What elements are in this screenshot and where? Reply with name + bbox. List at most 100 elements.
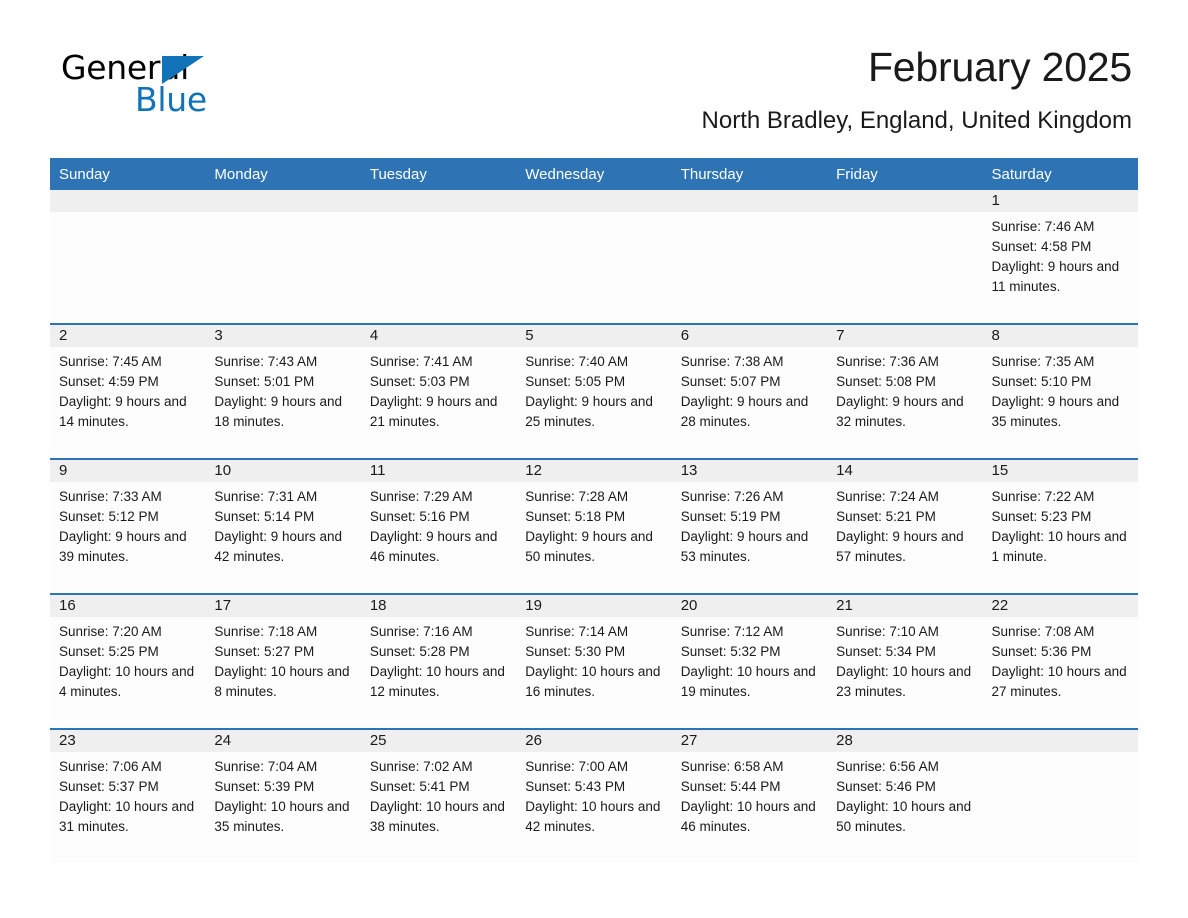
daylight-duration: Daylight: 10 hours and 38 minutes. bbox=[369, 799, 505, 834]
daylight-duration: Daylight: 10 hours and 4 minutes. bbox=[59, 664, 195, 699]
logo-text-blue: Blue bbox=[135, 80, 207, 119]
day-number bbox=[827, 190, 983, 212]
day-details: Sunrise: 6:58 AM Sunset: 5:44 PM Daylight:… bbox=[672, 752, 827, 837]
calendar-day-cell[interactable]: 11 Sunrise: 7:29 AM Sunset: 5:16 PM Dayligh… bbox=[360, 458, 517, 594]
day-number bbox=[205, 190, 361, 212]
day-cell-content: 14 Sunrise: 7:24 AM Sunset: 5:21 PM Dayligh… bbox=[827, 460, 983, 593]
calendar-day-cell-empty bbox=[516, 190, 672, 324]
weekday-header-wednesday: Wednesday bbox=[516, 158, 672, 190]
day-number: 23 bbox=[50, 730, 206, 752]
calendar-day-cell[interactable]: 10 Sunrise: 7:31 AM Sunset: 5:14 PM Dayligh… bbox=[205, 458, 361, 594]
day-cell-content: 23 Sunrise: 7:06 AM Sunset: 5:37 PM Dayligh… bbox=[50, 730, 206, 863]
sunrise-sunset-calendar: Sunday Monday Tuesday Wednesday Thursday… bbox=[50, 158, 1138, 863]
day-cell-content: 27 Sunrise: 6:58 AM Sunset: 5:44 PM Dayligh… bbox=[671, 730, 828, 863]
daylight-duration: Daylight: 9 hours and 53 minutes. bbox=[680, 529, 809, 564]
day-number: 16 bbox=[50, 595, 206, 617]
calendar-week-row: 1 Sunrise: 7:46 AM Sunset: 4:58 PM Daylight… bbox=[50, 190, 1138, 324]
day-number: 28 bbox=[827, 730, 983, 752]
sunrise-time: Sunrise: 7:36 AM bbox=[836, 354, 939, 369]
day-cell-content bbox=[516, 190, 672, 323]
day-cell-content: 8 Sunrise: 7:35 AM Sunset: 5:10 PM Daylight… bbox=[982, 325, 1138, 458]
calendar-day-cell[interactable]: 23 Sunrise: 7:06 AM Sunset: 5:37 PM Dayligh… bbox=[50, 728, 206, 863]
day-details: Sunrise: 7:40 AM Sunset: 5:05 PM Daylight:… bbox=[516, 347, 671, 432]
day-details: Sunrise: 7:10 AM Sunset: 5:34 PM Daylight:… bbox=[827, 617, 982, 702]
day-details: Sunrise: 7:20 AM Sunset: 5:25 PM Daylight:… bbox=[50, 617, 205, 702]
calendar-day-cell[interactable]: 18 Sunrise: 7:16 AM Sunset: 5:28 PM Dayligh… bbox=[360, 593, 517, 729]
day-cell-content: 20 Sunrise: 7:12 AM Sunset: 5:32 PM Dayligh… bbox=[671, 595, 828, 728]
calendar-day-cell[interactable]: 12 Sunrise: 7:28 AM Sunset: 5:18 PM Dayligh… bbox=[516, 458, 672, 594]
day-details: Sunrise: 7:06 AM Sunset: 5:37 PM Daylight:… bbox=[50, 752, 205, 837]
calendar-day-cell[interactable]: 27 Sunrise: 6:58 AM Sunset: 5:44 PM Dayligh… bbox=[671, 728, 828, 863]
calendar-day-cell[interactable]: 17 Sunrise: 7:18 AM Sunset: 5:27 PM Dayligh… bbox=[205, 593, 361, 729]
sunset-time: Sunset: 5:12 PM bbox=[59, 509, 159, 524]
calendar-day-cell[interactable]: 7 Sunrise: 7:36 AM Sunset: 5:08 PM Daylight… bbox=[827, 323, 983, 459]
daylight-duration: Daylight: 10 hours and 42 minutes. bbox=[525, 799, 661, 834]
day-cell-content: 2 Sunrise: 7:45 AM Sunset: 4:59 PM Daylight… bbox=[50, 325, 206, 458]
sunset-time: Sunset: 5:28 PM bbox=[369, 644, 470, 659]
calendar-day-cell[interactable]: 19 Sunrise: 7:14 AM Sunset: 5:30 PM Dayligh… bbox=[516, 593, 672, 729]
calendar-day-cell[interactable]: 13 Sunrise: 7:26 AM Sunset: 5:19 PM Dayligh… bbox=[671, 458, 828, 594]
calendar-day-cell[interactable]: 24 Sunrise: 7:04 AM Sunset: 5:39 PM Dayligh… bbox=[205, 728, 361, 863]
calendar-day-cell[interactable]: 28 Sunrise: 6:56 AM Sunset: 5:46 PM Dayligh… bbox=[827, 728, 983, 863]
sunset-time: Sunset: 5:14 PM bbox=[214, 509, 315, 524]
weekday-header-friday: Friday bbox=[827, 158, 983, 190]
day-number: 10 bbox=[205, 460, 361, 482]
sunrise-time: Sunrise: 7:46 AM bbox=[991, 219, 1095, 234]
day-cell-content bbox=[205, 190, 361, 323]
sunset-time: Sunset: 5:27 PM bbox=[214, 644, 315, 659]
sunrise-time: Sunrise: 7:43 AM bbox=[214, 354, 318, 369]
day-number bbox=[671, 190, 828, 212]
sunrise-time: Sunrise: 7:06 AM bbox=[59, 759, 162, 774]
calendar-week-row: 16 Sunrise: 7:20 AM Sunset: 5:25 PM Dayligh… bbox=[50, 593, 1138, 729]
calendar-day-cell[interactable]: 26 Sunrise: 7:00 AM Sunset: 5:43 PM Dayligh… bbox=[516, 728, 672, 863]
day-details: Sunrise: 7:04 AM Sunset: 5:39 PM Daylight:… bbox=[205, 752, 360, 837]
day-number bbox=[982, 730, 1138, 752]
sunset-time: Sunset: 5:43 PM bbox=[525, 779, 626, 794]
sunrise-time: Sunrise: 7:28 AM bbox=[525, 489, 629, 504]
calendar-day-cell[interactable]: 5 Sunrise: 7:40 AM Sunset: 5:05 PM Daylight… bbox=[516, 323, 672, 459]
calendar-day-cell[interactable]: 9 Sunrise: 7:33 AM Sunset: 5:12 PM Daylight… bbox=[50, 458, 206, 594]
calendar-day-cell[interactable]: 16 Sunrise: 7:20 AM Sunset: 5:25 PM Dayligh… bbox=[50, 593, 206, 729]
day-cell-content bbox=[827, 190, 983, 323]
daylight-duration: Daylight: 9 hours and 32 minutes. bbox=[836, 394, 964, 429]
calendar-day-cell[interactable]: 8 Sunrise: 7:35 AM Sunset: 5:10 PM Daylight… bbox=[982, 323, 1138, 459]
day-number: 22 bbox=[982, 595, 1138, 617]
calendar-day-cell[interactable]: 25 Sunrise: 7:02 AM Sunset: 5:41 PM Dayligh… bbox=[360, 728, 517, 863]
daylight-duration: Daylight: 10 hours and 19 minutes. bbox=[680, 664, 816, 699]
calendar-day-cell[interactable]: 6 Sunrise: 7:38 AM Sunset: 5:07 PM Daylight… bbox=[671, 323, 828, 459]
day-details: Sunrise: 7:02 AM Sunset: 5:41 PM Daylight:… bbox=[361, 752, 516, 837]
sunrise-time: Sunrise: 7:33 AM bbox=[59, 489, 162, 504]
daylight-duration: Daylight: 9 hours and 35 minutes. bbox=[991, 394, 1120, 429]
day-cell-content: 11 Sunrise: 7:29 AM Sunset: 5:16 PM Dayligh… bbox=[360, 460, 517, 593]
calendar-week-row: 2 Sunrise: 7:45 AM Sunset: 4:59 PM Daylight… bbox=[50, 323, 1138, 459]
sunrise-time: Sunrise: 7:26 AM bbox=[680, 489, 784, 504]
calendar-day-cell[interactable]: 21 Sunrise: 7:10 AM Sunset: 5:34 PM Dayligh… bbox=[827, 593, 983, 729]
general-blue-logo[interactable]: General Blue bbox=[61, 48, 291, 119]
calendar-day-cell[interactable]: 2 Sunrise: 7:45 AM Sunset: 4:59 PM Daylight… bbox=[50, 323, 206, 459]
calendar-day-cell[interactable]: 22 Sunrise: 7:08 AM Sunset: 5:36 PM Dayligh… bbox=[982, 593, 1138, 729]
day-cell-content: 3 Sunrise: 7:43 AM Sunset: 5:01 PM Daylight… bbox=[205, 325, 361, 458]
calendar-day-cell[interactable]: 14 Sunrise: 7:24 AM Sunset: 5:21 PM Dayligh… bbox=[827, 458, 983, 594]
calendar-day-cell[interactable]: 1 Sunrise: 7:46 AM Sunset: 4:58 PM Daylight… bbox=[982, 190, 1138, 324]
sunrise-time: Sunrise: 7:41 AM bbox=[369, 354, 473, 369]
day-details: Sunrise: 7:33 AM Sunset: 5:12 PM Daylight:… bbox=[50, 482, 205, 567]
day-number: 11 bbox=[360, 460, 517, 482]
calendar-day-cell[interactable]: 15 Sunrise: 7:22 AM Sunset: 5:23 PM Dayligh… bbox=[982, 458, 1138, 594]
day-details: Sunrise: 7:22 AM Sunset: 5:23 PM Daylight:… bbox=[983, 482, 1138, 567]
sunset-time: Sunset: 5:34 PM bbox=[836, 644, 936, 659]
sunset-time: Sunset: 5:32 PM bbox=[680, 644, 781, 659]
day-number bbox=[516, 190, 672, 212]
day-cell-content: 4 Sunrise: 7:41 AM Sunset: 5:03 PM Daylight… bbox=[360, 325, 517, 458]
day-cell-content: 1 Sunrise: 7:46 AM Sunset: 4:58 PM Daylight… bbox=[982, 190, 1138, 323]
sunrise-time: Sunrise: 7:40 AM bbox=[525, 354, 629, 369]
day-number: 5 bbox=[516, 325, 672, 347]
calendar-day-cell-empty bbox=[50, 190, 206, 324]
day-number: 19 bbox=[516, 595, 672, 617]
daylight-duration: Daylight: 9 hours and 11 minutes. bbox=[991, 259, 1120, 294]
sunset-time: Sunset: 5:08 PM bbox=[836, 374, 936, 389]
calendar-day-cell[interactable]: 3 Sunrise: 7:43 AM Sunset: 5:01 PM Daylight… bbox=[205, 323, 361, 459]
day-details: Sunrise: 7:26 AM Sunset: 5:19 PM Daylight:… bbox=[672, 482, 827, 567]
calendar-day-cell[interactable]: 4 Sunrise: 7:41 AM Sunset: 5:03 PM Daylight… bbox=[360, 323, 517, 459]
calendar-day-cell[interactable]: 20 Sunrise: 7:12 AM Sunset: 5:32 PM Dayligh… bbox=[671, 593, 828, 729]
sunset-time: Sunset: 5:25 PM bbox=[59, 644, 159, 659]
